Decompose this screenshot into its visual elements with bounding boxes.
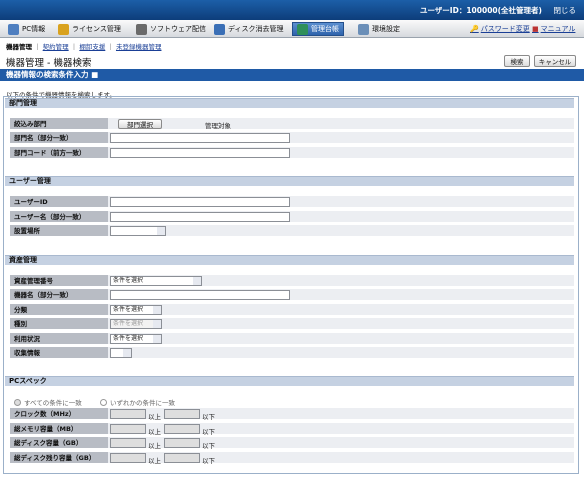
radio-any[interactable]: いずれかの条件に一致 <box>100 397 175 407</box>
row-kind <box>108 318 574 330</box>
settings-icon <box>358 23 369 35</box>
label-user-id: ユーザーID <box>10 196 108 208</box>
subnav-inventory[interactable]: 棚卸支援 <box>79 43 105 51</box>
location-select[interactable] <box>110 226 166 236</box>
label-device-name: 機器名（部分一致） <box>10 289 108 301</box>
label-user-name: ユーザー名（部分一致） <box>10 211 108 223</box>
chevron-down-icon <box>158 229 164 233</box>
section-dept: 部門管理 <box>5 98 574 108</box>
menu-pc-info[interactable]: PC情報 <box>4 22 49 36</box>
search-header: 機器情報の検索条件入力 ■ <box>0 69 584 81</box>
main-menu: PC情報 ライセンス管理 ソフトウェア配信 ディスク消去管理 管理台帳 環境設定… <box>0 20 584 38</box>
disk-max-input[interactable] <box>164 438 200 448</box>
label-usage: 利用状況 <box>10 333 108 345</box>
memory-min-input[interactable] <box>110 424 146 434</box>
row-category <box>108 304 574 316</box>
disk-icon <box>214 23 225 35</box>
radio-icon <box>14 398 21 406</box>
close-link[interactable]: 閉じる <box>554 5 577 16</box>
category-select[interactable]: 条件を選択 <box>110 305 162 315</box>
label-asset-number: 資産管理番号 <box>10 275 108 287</box>
manual-link[interactable]: ■ マニュアル <box>532 24 575 34</box>
managed-target: 管理対象 <box>205 122 231 130</box>
disk-min-input[interactable] <box>110 438 146 448</box>
dept-code-input[interactable] <box>110 148 290 158</box>
asset-number-condition-select[interactable]: 条件を選択 <box>110 276 202 286</box>
clock-min-input[interactable] <box>110 409 146 419</box>
ledger-icon <box>297 23 308 35</box>
clock-max-input[interactable] <box>164 409 200 419</box>
chevron-down-icon <box>154 337 160 341</box>
label-location: 設置場所 <box>10 225 108 237</box>
search-button[interactable]: 検索 <box>504 55 530 67</box>
menu-disk[interactable]: ディスク消去管理 <box>210 22 288 36</box>
pc-icon <box>8 23 19 35</box>
software-icon <box>136 23 147 35</box>
label-kind: 種別 <box>10 318 108 330</box>
kind-select[interactable]: 条件を選択 <box>110 319 162 329</box>
usage-select[interactable]: 条件を選択 <box>110 334 162 344</box>
label-category: 分類 <box>10 304 108 316</box>
menu-ledger[interactable]: 管理台帳 <box>292 22 344 36</box>
label-memory: 総メモリ容量（MB） <box>10 423 108 435</box>
top-bar: ユーザーID：100000(全社管理者) 閉じる <box>0 0 584 20</box>
chevron-down-icon <box>194 279 200 283</box>
dept-name-input[interactable] <box>110 133 290 143</box>
dept-select-button[interactable]: 部門選択 <box>118 119 162 129</box>
sub-navigation: 機器管理 ｜ 契約管理 ｜ 棚卸支援 ｜ 未登録機器管理 <box>6 43 162 51</box>
book-icon: ■ <box>532 25 539 33</box>
label-dept-code: 部門コード（前方一致） <box>10 147 108 159</box>
collect-select[interactable] <box>110 348 132 358</box>
cancel-button[interactable]: キャンセル <box>534 55 576 67</box>
user-name-input[interactable] <box>110 212 290 222</box>
user-info: ユーザーID：100000(全社管理者) <box>419 6 542 15</box>
key-icon: 🔑 <box>470 25 479 33</box>
label-collect: 収集情報 <box>10 347 108 359</box>
chevron-down-icon <box>124 351 130 355</box>
page-title: 機器管理 - 機器検索 <box>6 58 92 69</box>
label-dept-name: 部門名（部分一致） <box>10 132 108 144</box>
subnav-contract[interactable]: 契約管理 <box>43 43 69 51</box>
user-id-input[interactable] <box>110 197 290 207</box>
label-narrow-dept: 絞込み部門 <box>10 118 108 130</box>
memory-max-input[interactable] <box>164 424 200 434</box>
menu-software[interactable]: ソフトウェア配信 <box>132 22 210 36</box>
chevron-down-icon <box>154 322 160 326</box>
radio-icon <box>100 398 107 406</box>
label-clock: クロック数（MHz） <box>10 408 108 420</box>
device-name-input[interactable] <box>110 290 290 300</box>
disk-free-max-input[interactable] <box>164 453 200 463</box>
radio-all[interactable]: すべての条件に一致 <box>14 397 82 407</box>
row-usage <box>108 333 574 345</box>
row-collect <box>108 347 574 359</box>
menu-license[interactable]: ライセンス管理 <box>54 22 125 36</box>
row-location <box>108 225 574 237</box>
subnav-current: 機器管理 <box>6 43 32 51</box>
subnav-unregistered[interactable]: 未登録機器管理 <box>116 43 162 51</box>
license-icon <box>58 23 69 35</box>
section-pc-spec: PCスペック <box>5 376 574 386</box>
disk-free-min-input[interactable] <box>110 453 146 463</box>
label-disk: 総ディスク容量（GB） <box>10 437 108 449</box>
password-link[interactable]: 🔑 パスワード変更 <box>470 24 530 34</box>
menu-settings[interactable]: 環境設定 <box>354 22 404 36</box>
square-icon: ■ <box>91 70 99 79</box>
section-asset: 資産管理 <box>5 255 574 265</box>
row-narrow-dept <box>108 118 574 130</box>
chevron-down-icon <box>154 308 160 312</box>
label-disk-free: 総ディスク残り容量（GB） <box>10 452 108 464</box>
section-user: ユーザー管理 <box>5 176 574 186</box>
